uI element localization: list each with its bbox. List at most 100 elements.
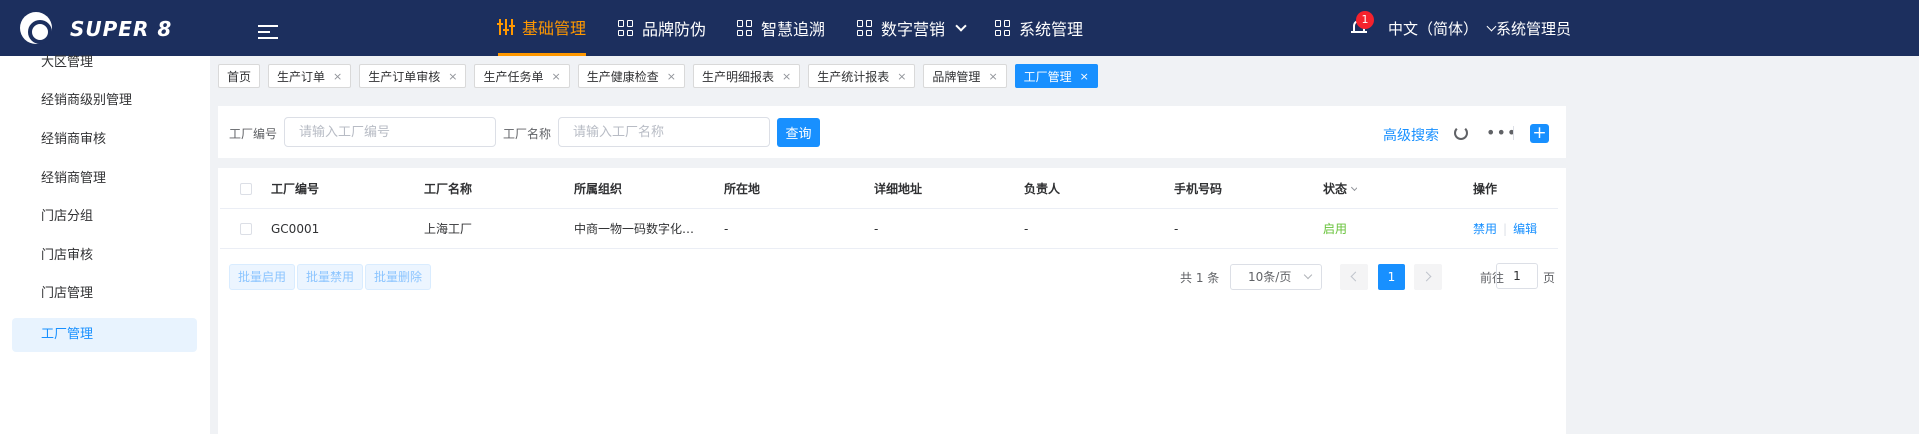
tabs-bar: 首页 生产订单 × 生产订单审核 × 生产任务单 × 生产健康检查 × 生产明细报表 × … — [218, 64, 1098, 90]
nav-label: 基础管理 — [522, 18, 587, 38]
menu-collapse-icon[interactable] — [258, 25, 278, 41]
advanced-search-link[interactable]: 高级搜索 — [1383, 125, 1439, 145]
sidebar-item-region[interactable]: 大区管理 — [12, 46, 197, 80]
tab-production-stats-report[interactable]: 生产统计报表 × — [808, 64, 916, 88]
top-navbar: SUPER 8 基础管理 品牌防伪 智慧追溯 数字营销 系统管理 1 中文（简体… — [0, 0, 1919, 56]
edit-link[interactable]: 编辑 — [1513, 222, 1537, 236]
tab-home[interactable]: 首页 — [218, 64, 261, 88]
sidebar-item-dealer-management[interactable]: 经销商管理 — [12, 162, 197, 196]
nav-label: 数字营销 — [881, 20, 946, 39]
chevron-right-icon — [1421, 271, 1432, 282]
col-address: 详细地址 — [874, 182, 923, 196]
factory-name-input[interactable] — [558, 117, 770, 147]
goto-page-input[interactable]: 1 — [1496, 263, 1538, 289]
factory-code-input[interactable] — [284, 117, 496, 147]
pagination-total: 共 1 条 — [1180, 271, 1220, 285]
select-all-checkbox[interactable] — [240, 183, 252, 195]
close-icon[interactable]: × — [1080, 70, 1089, 83]
logo-icon — [20, 12, 52, 44]
page-number-current[interactable]: 1 — [1378, 264, 1405, 290]
page-size-select[interactable]: 10条/页 — [1230, 264, 1322, 290]
sidebar-item-store-management[interactable]: 门店管理 — [12, 277, 197, 311]
cell-actions: 禁用 | 编辑 — [1473, 209, 1537, 249]
close-icon[interactable]: × — [552, 70, 561, 83]
close-icon[interactable]: × — [448, 70, 457, 83]
close-icon[interactable]: × — [782, 70, 791, 83]
tab-label: 生产订单 — [277, 69, 326, 84]
chevron-down-icon — [1486, 21, 1497, 32]
cell-location: - — [724, 222, 729, 236]
status-badge: 启用 — [1323, 222, 1348, 236]
nav-label: 系统管理 — [1019, 20, 1084, 39]
tab-brand-management[interactable]: 品牌管理 × — [923, 64, 1007, 88]
bulk-disable-button[interactable]: 批量禁用 — [297, 264, 364, 290]
sidebar-item-dealer-level[interactable]: 经销商级别管理 — [12, 84, 197, 118]
nav-basic-management[interactable]: 基础管理 — [497, 0, 587, 56]
brand-name: SUPER 8 — [70, 17, 173, 41]
table-header: 工厂编号 工厂名称 所属组织 所在地 详细地址 负责人 手机号码 状态 操作 — [220, 169, 1558, 209]
grid-icon — [857, 20, 873, 36]
close-icon[interactable]: × — [988, 70, 997, 83]
nav-system-management[interactable]: 系统管理 — [995, 0, 1083, 56]
col-status[interactable]: 状态 — [1323, 169, 1358, 209]
page-size-value: 10条/页 — [1248, 270, 1292, 284]
disable-link[interactable]: 禁用 — [1473, 222, 1497, 236]
col-location: 所在地 — [724, 182, 761, 196]
query-button[interactable]: 查询 — [777, 118, 820, 147]
table-panel: 工厂编号 工厂名称 所属组织 所在地 详细地址 负责人 手机号码 状态 操作 G… — [218, 168, 1566, 434]
user-name[interactable]: 系统管理员 — [1496, 18, 1571, 39]
sidebar-item-dealer-review[interactable]: 经销商审核 — [12, 123, 197, 157]
tab-label: 工厂管理 — [1023, 69, 1072, 84]
chevron-down-icon — [1350, 183, 1358, 192]
col-owner: 负责人 — [1024, 182, 1061, 196]
cell-factory-name: 上海工厂 — [424, 222, 473, 236]
col-factory-name: 工厂名称 — [424, 182, 473, 196]
action-separator: | — [1503, 222, 1508, 236]
tab-label: 生产统计报表 — [817, 69, 890, 84]
prev-page-button[interactable] — [1340, 264, 1368, 290]
refresh-icon[interactable] — [1454, 126, 1468, 140]
bulk-delete-button[interactable]: 批量删除 — [365, 264, 432, 290]
tab-production-detail-report[interactable]: 生产明细报表 × — [692, 64, 801, 88]
nav-digital-marketing[interactable]: 数字营销 — [857, 0, 967, 56]
close-icon[interactable]: × — [897, 70, 906, 83]
nav-brand-anti-counterfeit[interactable]: 品牌防伪 — [618, 0, 706, 56]
sidebar-item-store-review[interactable]: 门店审核 — [12, 239, 197, 273]
cell-address: - — [874, 222, 879, 236]
language-selector[interactable]: 中文（简体） — [1388, 18, 1497, 39]
sidebar-item-factory-management[interactable]: 工厂管理 — [12, 318, 197, 352]
add-button[interactable]: + — [1530, 124, 1549, 143]
cell-phone: - — [1174, 222, 1179, 236]
tab-production-order-review[interactable]: 生产订单审核 × — [359, 64, 467, 88]
table-row: GC0001 上海工厂 中商一物一码数字化全... - - - - 启用 禁用 |… — [220, 209, 1558, 249]
factory-code-label: 工厂编号 — [229, 127, 278, 141]
tab-label: 生产订单审核 — [368, 69, 441, 84]
next-page-button[interactable] — [1414, 264, 1442, 290]
tab-factory-management[interactable]: 工厂管理 × — [1014, 64, 1098, 88]
close-icon[interactable]: × — [667, 70, 676, 83]
bulk-enable-button[interactable]: 批量启用 — [229, 264, 296, 290]
col-phone: 手机号码 — [1174, 182, 1223, 196]
chevron-down-icon — [1303, 270, 1313, 280]
close-icon[interactable]: × — [333, 70, 342, 83]
sidebar-item-store-group[interactable]: 门店分组 — [12, 200, 197, 234]
row-checkbox[interactable] — [240, 223, 252, 235]
nav-label: 智慧追溯 — [761, 20, 826, 39]
tab-label: 生产明细报表 — [701, 69, 774, 84]
tab-production-task[interactable]: 生产任务单 × — [474, 64, 570, 88]
page-suffix: 页 — [1543, 271, 1556, 285]
factory-name-label: 工厂名称 — [503, 127, 552, 141]
divider — [1513, 126, 1514, 140]
tab-label: 生产任务单 — [483, 69, 544, 84]
nav-label: 品牌防伪 — [642, 20, 707, 39]
nav-smart-trace[interactable]: 智慧追溯 — [737, 0, 825, 56]
tab-label: 生产健康检查 — [586, 69, 659, 84]
tab-production-order[interactable]: 生产订单 × — [268, 64, 352, 88]
cell-owner: - — [1024, 222, 1029, 236]
search-panel: 工厂编号 工厂名称 查询 高级搜索 ••• + — [218, 106, 1566, 158]
tab-production-health-check[interactable]: 生产健康检查 × — [577, 64, 685, 88]
tab-label: 品牌管理 — [932, 69, 981, 84]
sliders-icon — [497, 18, 515, 35]
sidebar: 大区管理 经销商级别管理 经销商审核 经销商管理 门店分组 门店审核 门店管理 … — [0, 55, 210, 434]
col-organization: 所属组织 — [574, 182, 623, 196]
